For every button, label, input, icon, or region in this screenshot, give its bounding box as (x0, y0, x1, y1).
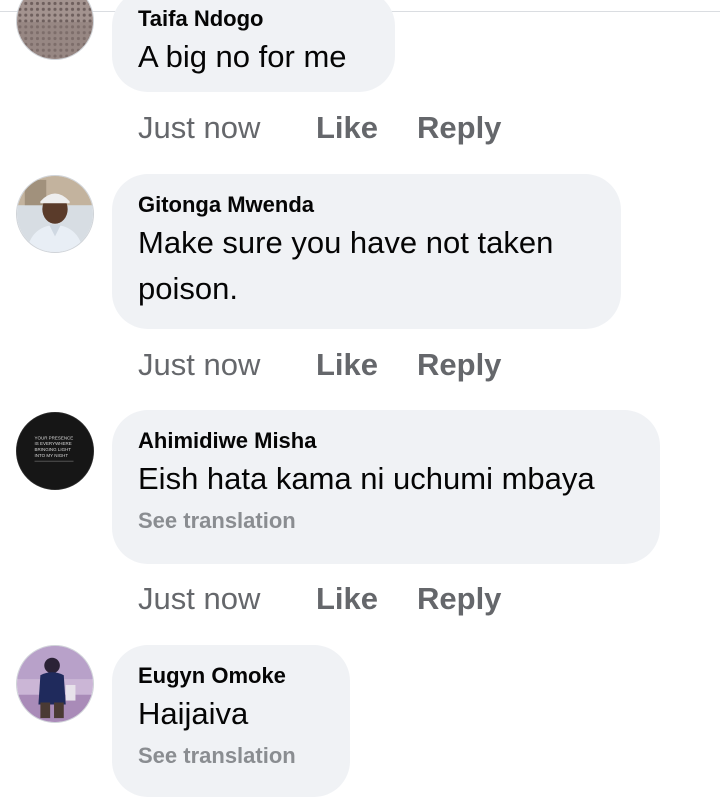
comment-bubble[interactable]: Taifa Ndogo A big no for me (112, 0, 395, 92)
comment-bubble[interactable]: Gitonga Mwenda Make sure you have not ta… (112, 174, 621, 329)
see-translation-link[interactable]: See translation (138, 506, 634, 536)
comment-author[interactable]: Eugyn Omoke (138, 661, 324, 691)
comment-text: Make sure you have not taken poison. (138, 225, 554, 306)
comment-actions: Just now Like Reply (138, 345, 501, 385)
avatar-text: YOUR PRESENCE (35, 435, 74, 440)
avatar-image (17, 0, 93, 59)
comment-author[interactable]: Ahimidiwe Misha (138, 426, 634, 456)
comment-actions: Just now Like Reply (138, 579, 501, 619)
comment-author[interactable]: Gitonga Mwenda (138, 190, 595, 220)
see-translation-link[interactable]: See translation (138, 741, 324, 771)
like-button[interactable]: Like (316, 579, 417, 619)
avatar-text: INTO MY NIGHT (35, 453, 69, 458)
avatar-image (17, 176, 93, 252)
comment-timestamp[interactable]: Just now (138, 579, 316, 619)
avatar[interactable]: YOUR PRESENCE IS EVERYWHERE BRINGING LIG… (16, 412, 94, 490)
avatar-text: BRINGING LIGHT (35, 447, 72, 452)
reply-button[interactable]: Reply (417, 108, 501, 148)
reply-button[interactable]: Reply (417, 345, 501, 385)
avatar-text: IS EVERYWHERE (35, 441, 72, 446)
comment-text: Haijaiva (138, 696, 249, 731)
avatar[interactable] (16, 175, 94, 253)
avatar-image (17, 646, 93, 722)
comment-timestamp[interactable]: Just now (138, 108, 316, 148)
comment-bubble[interactable]: Ahimidiwe Misha Eish hata kama ni uchumi… (112, 410, 660, 564)
avatar[interactable] (16, 645, 94, 723)
reply-button[interactable]: Reply (417, 579, 501, 619)
like-button[interactable]: Like (316, 108, 417, 148)
comment-bubble[interactable]: Eugyn Omoke Haijaiva See translation (112, 645, 350, 797)
comment-author[interactable]: Taifa Ndogo (138, 4, 369, 34)
avatar[interactable] (16, 0, 94, 60)
comment-text: A big no for me (138, 39, 347, 74)
comment-text: Eish hata kama ni uchumi mbaya (138, 461, 595, 496)
comment-actions: Just now Like Reply (138, 108, 501, 148)
comment-timestamp[interactable]: Just now (138, 345, 316, 385)
avatar-image: YOUR PRESENCE IS EVERYWHERE BRINGING LIG… (17, 413, 93, 489)
like-button[interactable]: Like (316, 345, 417, 385)
